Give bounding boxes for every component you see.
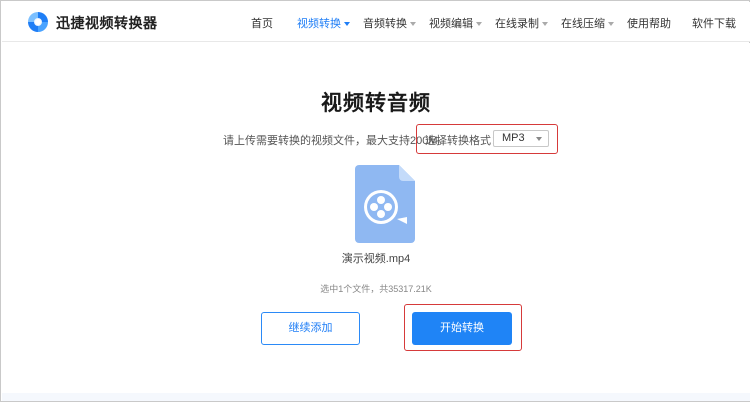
start-highlight-box bbox=[404, 304, 522, 351]
top-nav-bar: 迅捷视频转换器 首页 视频转换 音频转换 视频编辑 在线录制 在线压缩 使用帮助… bbox=[2, 2, 750, 42]
chevron-down-icon bbox=[542, 22, 548, 27]
chevron-down-icon bbox=[476, 22, 482, 27]
nav-audio-convert[interactable]: 音频转换 bbox=[363, 15, 416, 31]
converter-panel: 视频转音频 请上传需要转换的视频文件，最大支持200M。 选择转换格式： MP3… bbox=[2, 43, 750, 393]
nav-video-edit[interactable]: 视频编辑 bbox=[429, 15, 482, 31]
video-file-icon bbox=[355, 165, 415, 243]
nav-online-record[interactable]: 在线录制 bbox=[495, 15, 548, 31]
nav-online-compress[interactable]: 在线压缩 bbox=[561, 15, 614, 31]
file-name: 演示视频.mp4 bbox=[341, 253, 411, 265]
main-content: 视频转音频 请上传需要转换的视频文件，最大支持200M。 选择转换格式： MP3… bbox=[2, 43, 750, 401]
app-logo-icon[interactable] bbox=[26, 10, 50, 34]
nav-help[interactable]: 使用帮助 bbox=[627, 15, 671, 31]
app-window: 迅捷视频转换器 首页 视频转换 音频转换 视频编辑 在线录制 在线压缩 使用帮助… bbox=[0, 0, 750, 402]
format-highlight-box bbox=[416, 124, 558, 154]
chevron-down-icon bbox=[410, 22, 416, 27]
nav-home[interactable]: 首页 bbox=[251, 15, 273, 31]
file-count: 选中1个文件，共35317.21K bbox=[320, 284, 432, 294]
continue-add-button[interactable]: 继续添加 bbox=[261, 312, 360, 345]
upload-hint: 请上传需要转换的视频文件，最大支持200M。 bbox=[223, 135, 449, 147]
nav-download[interactable]: 软件下载 bbox=[692, 15, 736, 31]
page-title: 视频转音频 bbox=[321, 92, 431, 115]
chevron-down-icon bbox=[608, 22, 614, 27]
nav-video-convert[interactable]: 视频转换 bbox=[297, 15, 350, 31]
chevron-down-icon bbox=[344, 22, 350, 27]
brand-name[interactable]: 迅捷视频转换器 bbox=[56, 13, 158, 33]
